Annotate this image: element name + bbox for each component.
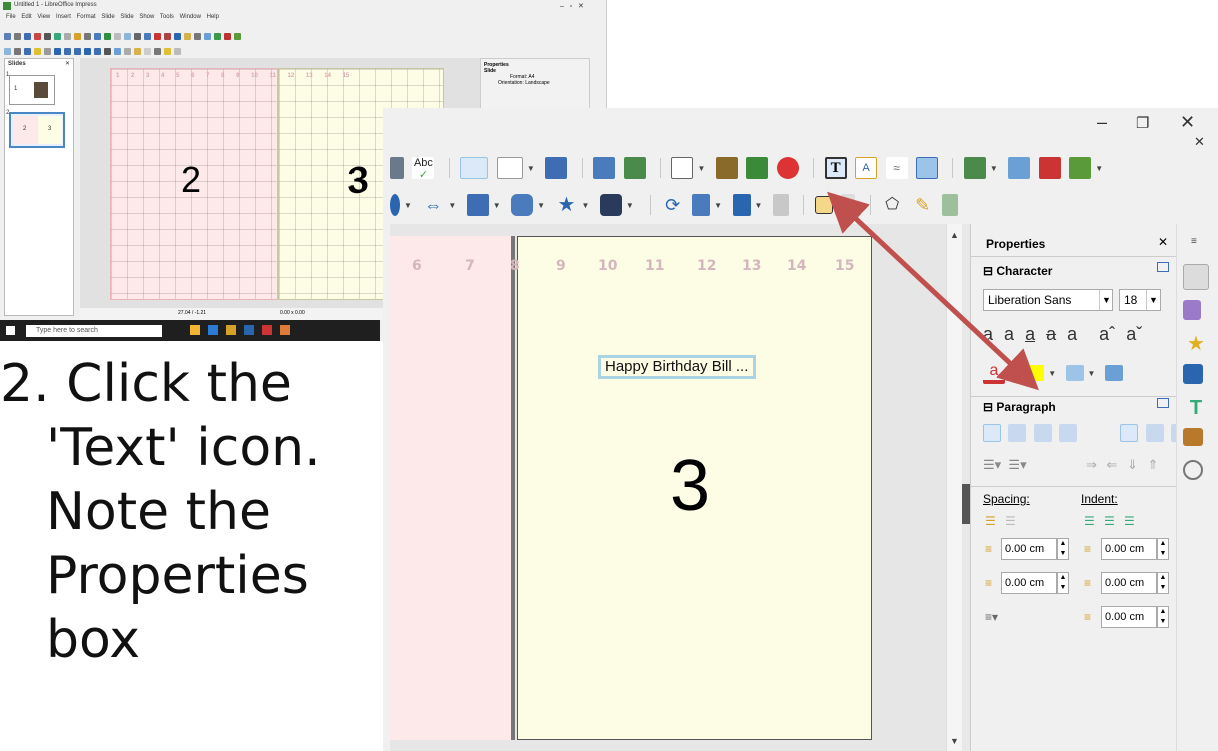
annotation-arrow: [827, 191, 1039, 391]
annotation-arrow-line: [827, 191, 1039, 391]
